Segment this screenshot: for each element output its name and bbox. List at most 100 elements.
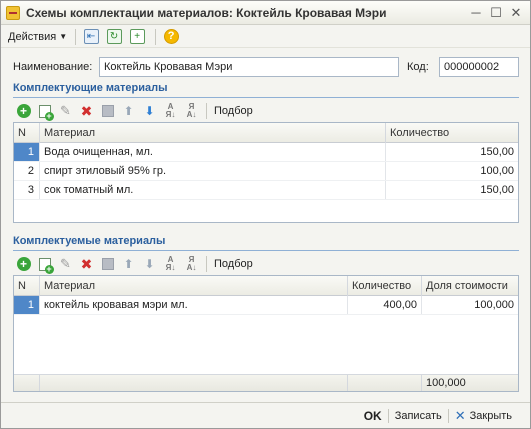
table-row[interactable]: 1 коктейль кровавая мэри мл. 400,00 100,… xyxy=(14,296,518,315)
row-number: 3 xyxy=(14,181,40,199)
sort-ascending-icon: А Я↓ xyxy=(165,102,176,119)
chevron-down-icon: ▼ xyxy=(59,32,68,41)
arrow-down-icon: ⬇ xyxy=(144,104,155,118)
cost-share-total: 100,000 xyxy=(426,377,466,389)
footer-cell xyxy=(14,375,40,391)
copy-row-button[interactable] xyxy=(34,254,55,274)
table-row[interactable]: 3 сок томатный мл. 150,00 xyxy=(14,181,518,200)
table-header: N Материал Количество Доля стоимости xyxy=(14,276,518,296)
move-up-button[interactable]: ⬆ xyxy=(118,101,139,121)
delete-row-button[interactable]: ✖ xyxy=(76,101,97,121)
sort-desc-button[interactable]: Я А↓ xyxy=(181,101,202,121)
cost-share-cell[interactable]: 100,000 xyxy=(422,296,518,314)
sort-desc-button[interactable]: Я А↓ xyxy=(181,254,202,274)
toolbar-separator xyxy=(206,103,207,119)
quantity-cell[interactable]: 400,00 xyxy=(348,296,422,314)
quantity-cell[interactable]: 150,00 xyxy=(386,143,518,161)
sort-asc-button[interactable]: А Я↓ xyxy=(160,101,181,121)
components-section-divider xyxy=(13,97,519,98)
table-row[interactable]: 2 спирт этиловый 95% гр. 100,00 xyxy=(14,162,518,181)
edit-row-button[interactable]: ✎ xyxy=(55,101,76,121)
copy-icon xyxy=(38,104,54,121)
column-header-material[interactable]: Материал xyxy=(40,276,348,296)
pencil-icon: ✎ xyxy=(60,256,71,271)
toolbar-separator xyxy=(206,256,207,272)
quantity-cell[interactable]: 150,00 xyxy=(386,181,518,199)
products-grid-toolbar: + ✎ ✖ ⬆ ⬇ АЯ↓ ЯА↓ Подбор xyxy=(13,253,519,275)
end-edit-button[interactable] xyxy=(97,254,118,274)
column-header-n[interactable]: N xyxy=(14,123,40,143)
delete-icon: ✖ xyxy=(80,102,93,119)
material-cell[interactable]: Вода очищенная, мл. xyxy=(40,143,386,161)
code-field[interactable]: 000000002 xyxy=(439,57,519,77)
add-icon: + xyxy=(16,257,31,271)
products-table[interactable]: N Материал Количество Доля стоимости 1 к… xyxy=(13,275,519,392)
minimize-button[interactable]: ─ xyxy=(466,3,486,23)
pick-button[interactable]: Подбор xyxy=(211,105,256,117)
sort-asc-button[interactable]: А Я↓ xyxy=(160,254,181,274)
app-icon xyxy=(6,5,20,20)
table-footer: 100,000 xyxy=(14,374,518,391)
arrow-up-icon: ⬆ xyxy=(123,257,134,271)
add-icon: + xyxy=(16,104,31,118)
add-row-button[interactable]: + xyxy=(13,101,34,121)
toolbar-separator xyxy=(155,28,157,45)
table-header: N Материал Количество xyxy=(14,123,518,143)
move-down-button[interactable]: ⬇ xyxy=(139,254,160,274)
move-down-button[interactable]: ⬇ xyxy=(139,101,160,121)
close-icon: ✕ xyxy=(454,407,466,423)
delete-icon: ✖ xyxy=(80,255,93,272)
end-edit-button[interactable] xyxy=(97,101,118,121)
material-cell[interactable]: спирт этиловый 95% гр. xyxy=(40,162,386,180)
table-row[interactable]: 1 Вода очищенная, мл. 150,00 xyxy=(14,143,518,162)
close-window-button[interactable]: ✕ xyxy=(506,3,526,23)
sort-ascending-icon: А Я↓ xyxy=(165,255,176,272)
components-grid-toolbar: + ✎ ✖ ⬆ ⬇ АЯ↓ ЯА↓ Подбор xyxy=(13,100,519,122)
column-header-quantity[interactable]: Количество xyxy=(348,276,422,296)
help-button[interactable]: ? xyxy=(161,27,181,47)
save-button[interactable]: Записать xyxy=(389,406,448,426)
sort-descending-icon: Я А↓ xyxy=(186,102,197,119)
name-label: Наименование: xyxy=(13,61,93,73)
close-button-label: Закрыть xyxy=(469,409,512,422)
column-header-cost-share[interactable]: Доля стоимости xyxy=(422,276,518,296)
save-icon xyxy=(101,105,114,117)
back-icon: ⇤ xyxy=(83,29,99,44)
form-toolbar: Действия ▼ ⇤ ↻ + ? xyxy=(1,26,530,48)
row-number: 2 xyxy=(14,162,40,180)
window-title: Схемы комплектации материалов: Коктейль … xyxy=(26,5,387,20)
components-section-title: Комплектующие материалы xyxy=(13,82,168,94)
column-header-n[interactable]: N xyxy=(14,276,40,296)
back-button[interactable]: ⇤ xyxy=(81,27,101,47)
copy-row-button[interactable] xyxy=(34,101,55,121)
pick-button[interactable]: Подбор xyxy=(211,258,256,270)
row-number: 1 xyxy=(14,143,40,161)
footer-cell xyxy=(40,375,348,391)
ok-button[interactable]: OK xyxy=(358,406,388,426)
copy-document-button[interactable]: + xyxy=(127,27,147,47)
name-field[interactable]: Коктейль Кровавая Мэри xyxy=(99,57,399,77)
material-cell[interactable]: сок томатный мл. xyxy=(40,181,386,199)
column-header-quantity[interactable]: Количество xyxy=(386,123,518,143)
maximize-button[interactable]: ☐ xyxy=(486,3,506,23)
quantity-cell[interactable]: 100,00 xyxy=(386,162,518,180)
edit-row-button[interactable]: ✎ xyxy=(55,254,76,274)
add-row-button[interactable]: + xyxy=(13,254,34,274)
components-table[interactable]: N Материал Количество 1 Вода очищенная, … xyxy=(13,122,519,223)
column-header-material[interactable]: Материал xyxy=(40,123,386,143)
close-button[interactable]: ✕ Закрыть xyxy=(449,406,518,426)
pencil-icon: ✎ xyxy=(60,103,71,118)
refresh-button[interactable]: ↻ xyxy=(104,27,124,47)
move-up-button[interactable]: ⬆ xyxy=(118,254,139,274)
save-icon xyxy=(101,258,114,270)
products-section-divider xyxy=(13,250,519,251)
footer-cell xyxy=(348,375,422,391)
actions-menu[interactable]: Действия ▼ xyxy=(5,27,70,47)
material-cell[interactable]: коктейль кровавая мэри мл. xyxy=(40,296,348,314)
help-icon: ? xyxy=(163,29,179,44)
delete-row-button[interactable]: ✖ xyxy=(76,254,97,274)
sort-descending-icon: Я А↓ xyxy=(186,255,197,272)
code-label: Код: xyxy=(407,61,429,73)
copy-icon xyxy=(38,257,54,274)
toolbar-separator xyxy=(75,28,77,45)
